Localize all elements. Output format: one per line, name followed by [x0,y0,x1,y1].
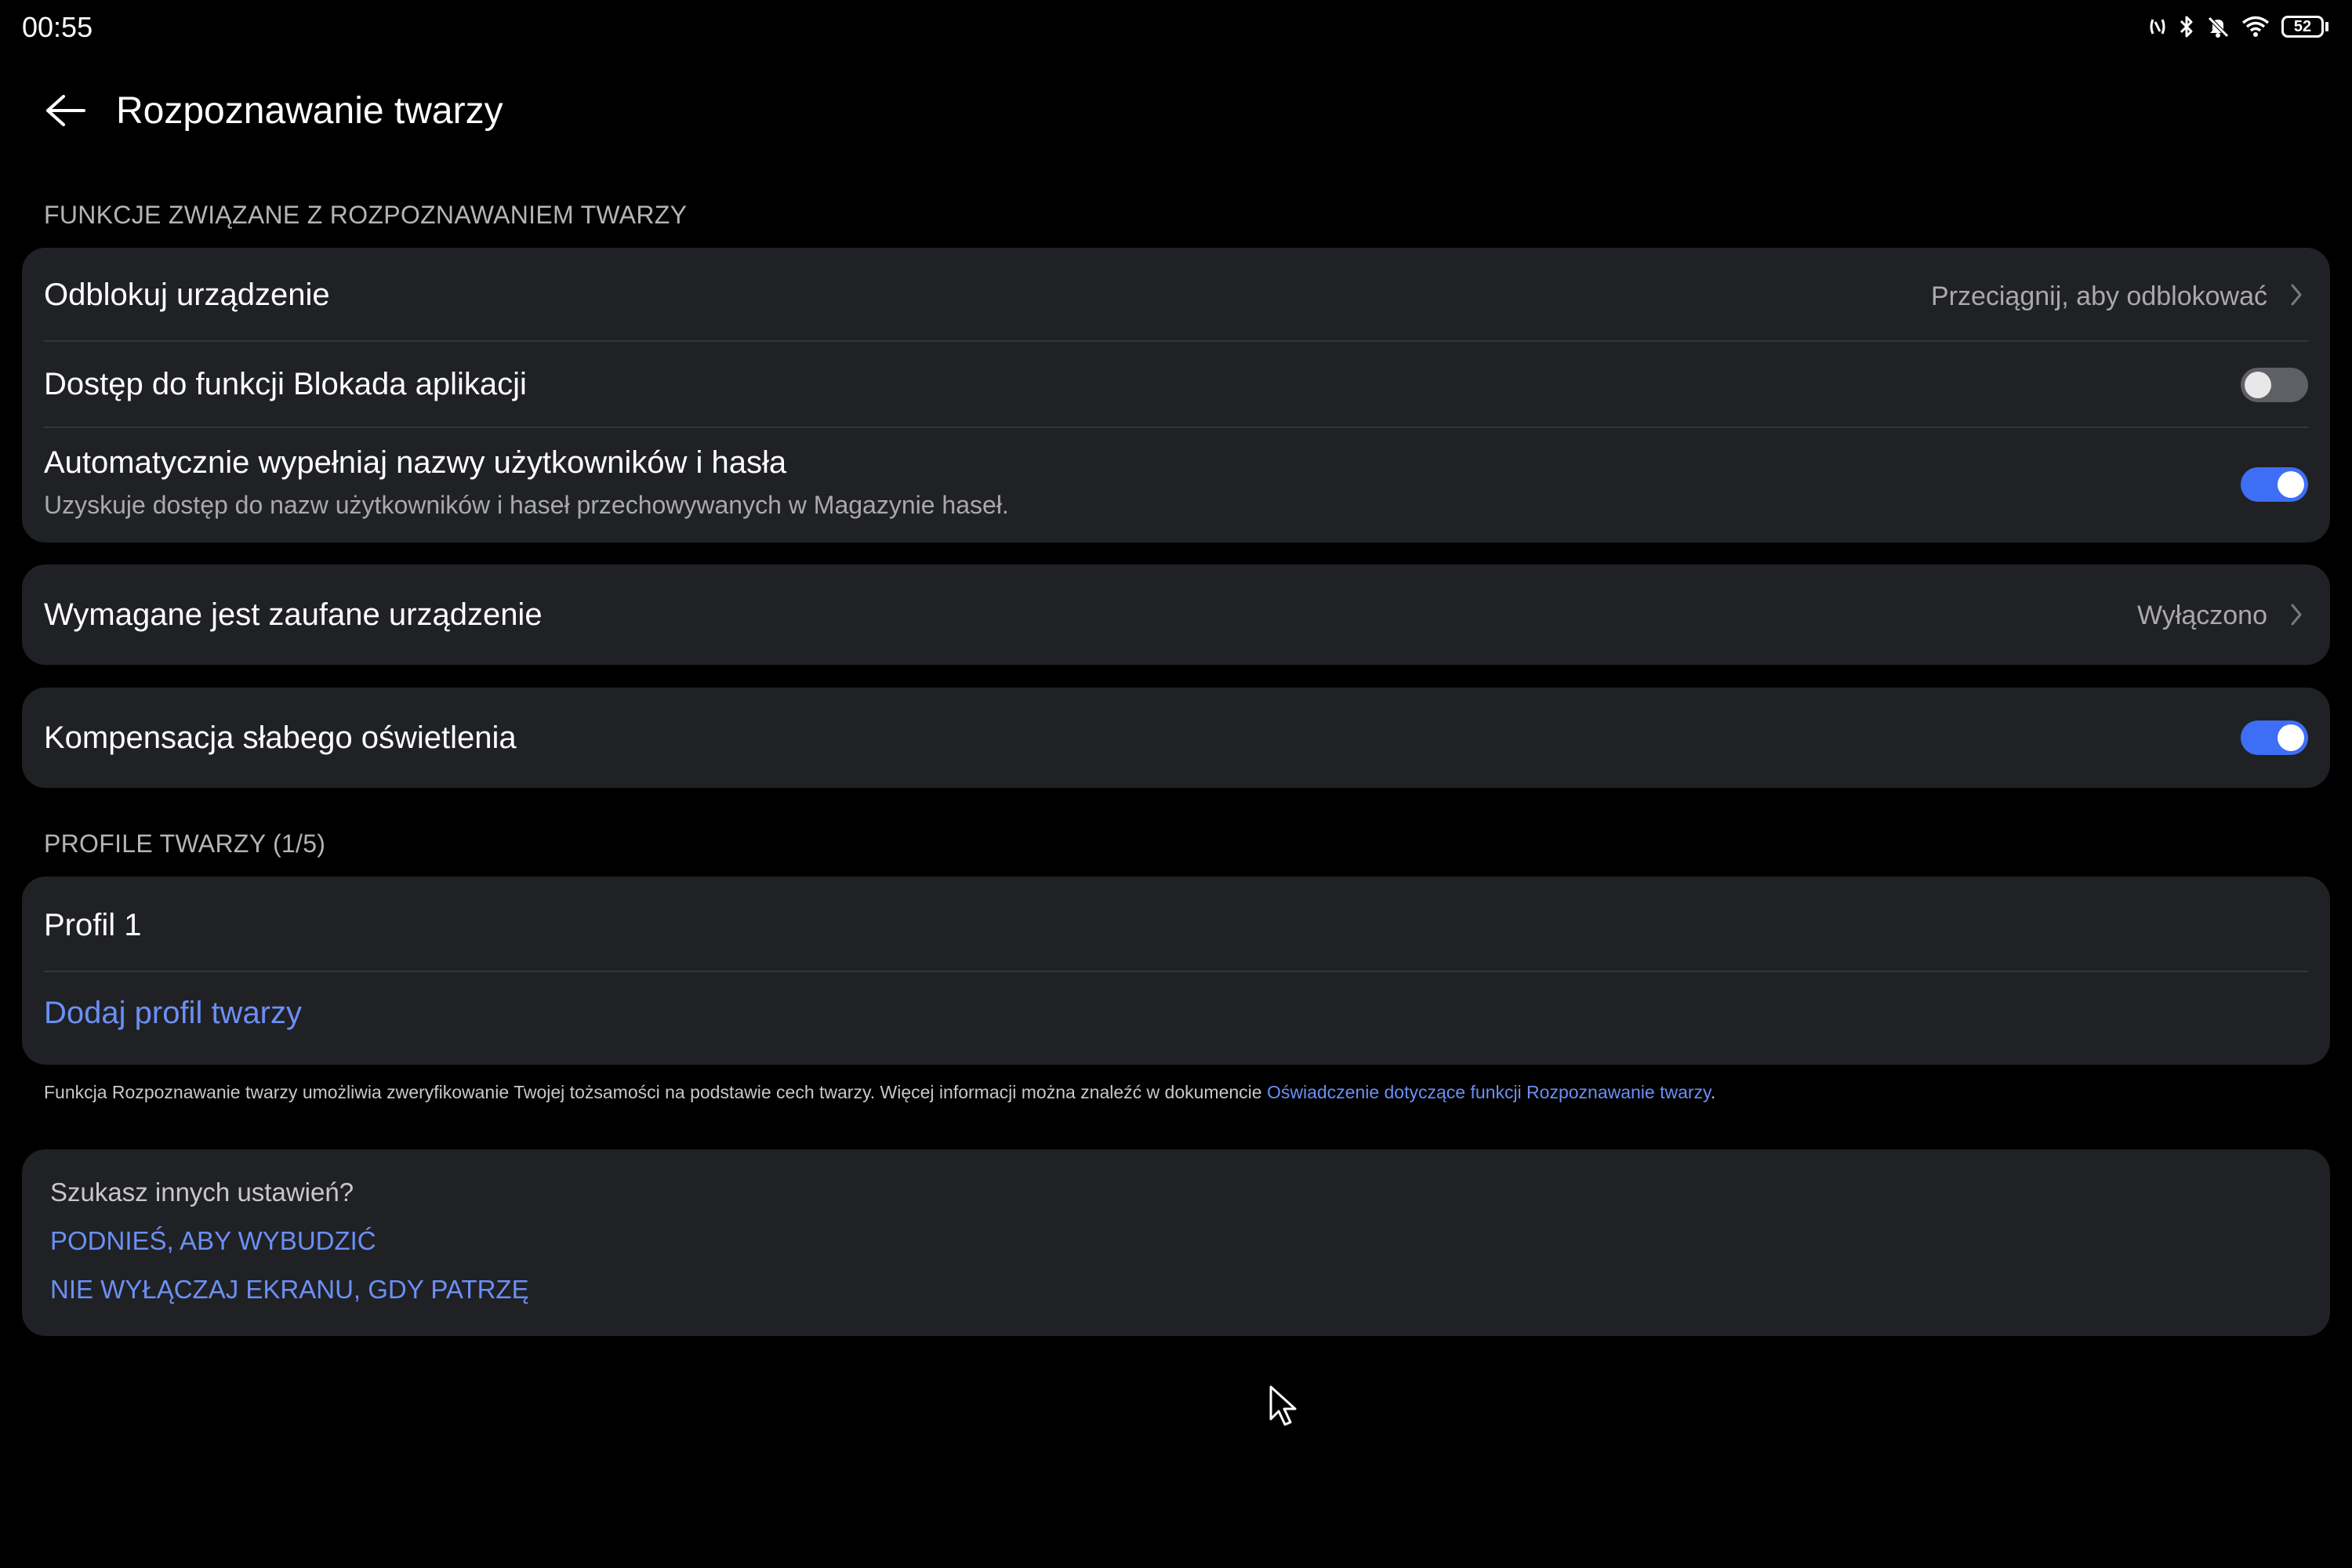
features-card: Odblokuj urządzenie Przeciągnij, aby odb… [22,248,2330,543]
back-arrow-icon [45,93,85,132]
app-lock-toggle[interactable] [2241,368,2308,402]
toggle-knob [2245,372,2271,398]
profile-row[interactable]: Profil 1 [22,877,2330,972]
footnote: Funkcja Rozpoznawanie twarzy umożliwia z… [44,1082,2318,1103]
low-light-row[interactable]: Kompensacja słabego oświetlenia [22,688,2330,788]
trusted-device-card: Wymagane jest zaufane urządzenie Wyłączo… [22,564,2330,665]
trusted-device-row[interactable]: Wymagane jest zaufane urządzenie Wyłączo… [22,564,2330,665]
autofill-toggle[interactable] [2241,467,2308,502]
battery-level: 52 [2281,16,2324,38]
unlock-device-title: Odblokuj urządzenie [44,278,330,312]
battery-indicator: 52 [2281,16,2328,38]
low-light-toggle[interactable] [2241,720,2308,755]
raise-to-wake-link[interactable]: PODNIEŚ, ABY WYBUDZIĆ [50,1226,376,1256]
autofill-row[interactable]: Automatycznie wypełniaj nazwy użytkownik… [22,428,2330,543]
unlock-device-row[interactable]: Odblokuj urządzenie Przeciągnij, aby odb… [22,248,2330,342]
chevron-right-icon [2285,599,2308,630]
add-profile-row[interactable]: Dodaj profil twarzy [22,972,2330,1065]
keep-screen-on-link[interactable]: NIE WYŁĄCZAJ EKRANU, GDY PATRZĘ [50,1275,529,1305]
other-settings-question: Szukasz innych ustawień? [50,1178,354,1207]
autofill-title: Automatycznie wypełniaj nazwy użytkownik… [44,445,787,480]
trusted-device-value: Wyłączono [2137,601,2267,630]
profile-name: Profil 1 [44,908,142,942]
nfc-icon [2148,15,2167,38]
back-button[interactable] [41,88,89,136]
status-time: 00:55 [22,11,93,43]
other-settings-card: Szukasz innych ustawień? PODNIEŚ, ABY WY… [22,1149,2330,1336]
status-bar: 00:55 52 [0,0,2352,60]
low-light-card: Kompensacja słabego oświetlenia [22,688,2330,788]
wifi-icon [2241,15,2270,38]
trusted-device-title: Wymagane jest zaufane urządzenie [44,597,543,632]
chevron-right-icon [2285,279,2308,310]
footnote-end: . [1710,1082,1716,1102]
autofill-subtitle: Uzyskuje dostęp do nazw użytkowników i h… [44,491,1009,519]
footnote-text: Funkcja Rozpoznawanie twarzy umożliwia z… [44,1082,1267,1102]
toggle-knob [2278,724,2304,751]
app-lock-title: Dostęp do funkcji Blokada aplikacji [44,367,527,401]
app-lock-row[interactable]: Dostęp do funkcji Blokada aplikacji [22,342,2330,428]
section-label-features: FUNKCJE ZWIĄZANE Z ROZPOZNAWANIEM TWARZY [44,201,688,229]
bluetooth-icon [2178,14,2195,39]
add-profile-link[interactable]: Dodaj profil twarzy [44,996,302,1031]
unlock-device-value: Przeciągnij, aby odblokować [1930,281,2267,311]
header: Rozpoznawanie twarzy [0,78,2352,149]
section-label-profiles: PROFILE TWARZY (1/5) [44,829,326,858]
mute-icon [2206,15,2230,38]
low-light-title: Kompensacja słabego oświetlenia [44,720,517,755]
mouse-cursor-icon [1269,1385,1300,1431]
toggle-knob [2278,471,2304,498]
battery-tip [2325,22,2328,31]
profiles-card: Profil 1 Dodaj profil twarzy [22,877,2330,1065]
settings-page: 00:55 52 Rozpoznawanie twarzy FUNKCJE ZW… [0,0,2352,1568]
status-icons: 52 [2148,14,2328,39]
page-title: Rozpoznawanie twarzy [116,90,503,132]
footnote-link[interactable]: Oświadczenie dotyczące funkcji Rozpoznaw… [1267,1082,1711,1102]
